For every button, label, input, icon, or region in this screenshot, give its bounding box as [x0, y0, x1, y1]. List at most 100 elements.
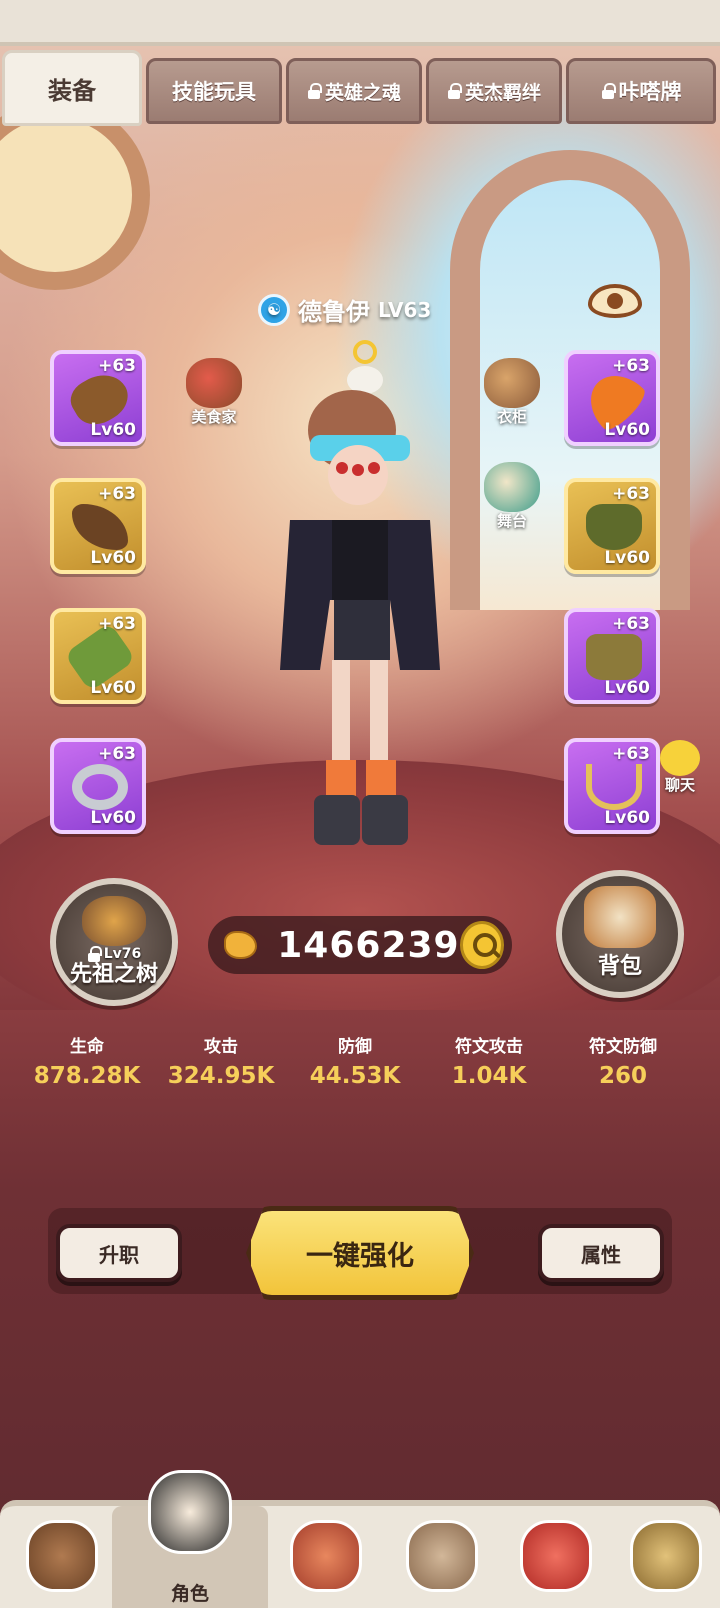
tab-label: 英杰羁绊 — [464, 81, 541, 104]
enhance-level: +63 — [612, 614, 650, 634]
gourmet-label: 美食家 — [191, 408, 237, 426]
item-level: Lv60 — [90, 548, 136, 568]
eye-icon[interactable] — [588, 284, 642, 318]
nav-item-totem[interactable] — [612, 1506, 718, 1608]
wardrobe-icon — [484, 358, 540, 408]
equip-slot-weapon[interactable]: +63 Lv60 — [50, 350, 146, 446]
ancestor-tree-button[interactable]: Lv76 先祖之树 — [50, 878, 178, 1006]
nav-item-character[interactable]: 角色 — [112, 1470, 268, 1608]
tab-click-cards[interactable]: 咔嗒牌 — [566, 58, 716, 124]
nav-label-character: 角色 — [170, 1583, 209, 1605]
necklace-icon — [586, 764, 642, 810]
ring-icon — [72, 764, 128, 810]
tab-label: 咔嗒牌 — [618, 80, 682, 104]
tiki-mask-icon — [290, 1520, 362, 1592]
stat-defense: 防御 44.53K — [288, 1032, 422, 1089]
equip-slot-armor[interactable]: +63 Lv60 — [564, 478, 660, 574]
stage-shortcut[interactable]: 舞台 — [466, 462, 558, 531]
dino-icon — [520, 1520, 592, 1592]
backpack-label: 背包 — [597, 954, 642, 979]
stat-name: 符文攻击 — [455, 1037, 523, 1057]
stat-attack: 攻击 324.95K — [154, 1032, 288, 1089]
nav-item-elder[interactable] — [388, 1506, 494, 1608]
stat-rune-defense: 符文防御 260 — [556, 1032, 690, 1089]
enhance-level: +63 — [98, 484, 136, 504]
nav-item-home[interactable] — [8, 1506, 114, 1608]
combat-power-bar: 1466239 — [208, 916, 512, 974]
hero-character-model — [270, 340, 460, 900]
stat-value: 1.04K — [451, 1063, 527, 1089]
stage-label: 舞台 — [496, 512, 527, 530]
item-level: Lv60 — [604, 420, 650, 440]
chat-emoji-icon — [660, 740, 700, 776]
stats-row: 生命 878.28K 攻击 324.95K 防御 44.53K 符文攻击 1.0… — [0, 1032, 720, 1089]
tab-equipment[interactable]: 装备 — [2, 50, 142, 126]
stat-name: 生命 — [70, 1037, 104, 1057]
food-icon — [186, 358, 242, 408]
tab-label: 技能玩具 — [172, 80, 256, 104]
gourmet-shortcut[interactable]: 美食家 — [168, 358, 260, 427]
stat-value: 324.95K — [167, 1063, 275, 1089]
tab-skill-toys[interactable]: 技能玩具 — [146, 58, 282, 124]
chat-label: 聊天 — [664, 776, 695, 794]
enhance-all-button[interactable]: 一键强化 — [246, 1206, 474, 1300]
nav-item-tiki[interactable] — [272, 1506, 378, 1608]
stat-name: 攻击 — [204, 1037, 238, 1057]
item-level: Lv60 — [90, 808, 136, 828]
stat-name: 防御 — [338, 1037, 372, 1057]
item-level: Lv60 — [604, 808, 650, 828]
muscle-icon — [224, 931, 258, 959]
promote-button[interactable]: 升职 — [56, 1224, 182, 1282]
wind-class-icon: ☯ — [258, 293, 290, 326]
item-level: Lv60 — [604, 548, 650, 568]
wardrobe-shortcut[interactable]: 衣柜 — [466, 358, 558, 427]
tab-hero-soul[interactable]: 英雄之魂 — [286, 58, 422, 124]
tab-label: 英雄之魂 — [324, 81, 401, 104]
power-details-search-button[interactable] — [459, 921, 504, 969]
lock-icon — [447, 83, 462, 99]
stat-rune-attack: 符文攻击 1.04K — [422, 1032, 556, 1089]
enhance-level: +63 — [98, 614, 136, 634]
elder-icon — [406, 1520, 478, 1592]
hero-name: 德鲁伊 — [298, 298, 370, 326]
combat-power-value: 1466239 — [277, 924, 460, 966]
stat-value: 260 — [598, 1063, 647, 1089]
attributes-button[interactable]: 属性 — [538, 1224, 664, 1282]
backpack-button[interactable]: 背包 — [556, 870, 684, 998]
bear-home-icon — [26, 1520, 98, 1592]
nav-item-dino[interactable] — [502, 1506, 608, 1608]
wardrobe-label: 衣柜 — [496, 408, 527, 426]
stage-icon — [484, 462, 540, 512]
item-level: Lv60 — [90, 420, 136, 440]
boots-icon — [586, 634, 642, 680]
item-level: Lv60 — [90, 678, 136, 698]
hero-avatar-icon — [148, 1470, 232, 1554]
equip-slot-bracer[interactable]: +63 Lv60 — [50, 608, 146, 704]
enhance-level: +63 — [612, 484, 650, 504]
equip-slot-boots[interactable]: +63 Lv60 — [564, 608, 660, 704]
stat-value: 878.28K — [33, 1063, 141, 1089]
tab-label: 装备 — [48, 76, 96, 105]
chat-shortcut[interactable]: 聊天 — [640, 740, 720, 795]
enhance-level: +63 — [98, 356, 136, 376]
enhance-level: +63 — [612, 356, 650, 376]
equip-slot-helmet[interactable]: +63 Lv60 — [50, 478, 146, 574]
round-window-decoration — [0, 100, 150, 290]
stat-name: 符文防御 — [589, 1037, 657, 1057]
lock-icon — [307, 83, 322, 99]
stat-hp: 生命 878.28K — [20, 1032, 154, 1089]
item-level: Lv60 — [604, 678, 650, 698]
backpack-icon — [584, 886, 656, 948]
ancestor-tree-label: 先祖之树 — [69, 962, 158, 987]
equip-slot-ring[interactable]: +63 Lv60 — [50, 738, 146, 834]
tab-hero-bond[interactable]: 英杰羁绊 — [426, 58, 562, 124]
hero-level: LV63 — [378, 297, 432, 322]
top-frame — [0, 0, 720, 46]
antler-helmet-icon — [72, 504, 128, 550]
equip-slot-accessory[interactable]: +63 Lv60 — [564, 350, 660, 446]
bottom-navigation: 角色 — [0, 1470, 720, 1608]
totem-icon — [630, 1520, 702, 1592]
stat-value: 44.53K — [309, 1063, 401, 1089]
tree-emblem-icon — [82, 896, 146, 946]
enhance-level: +63 — [98, 744, 136, 764]
